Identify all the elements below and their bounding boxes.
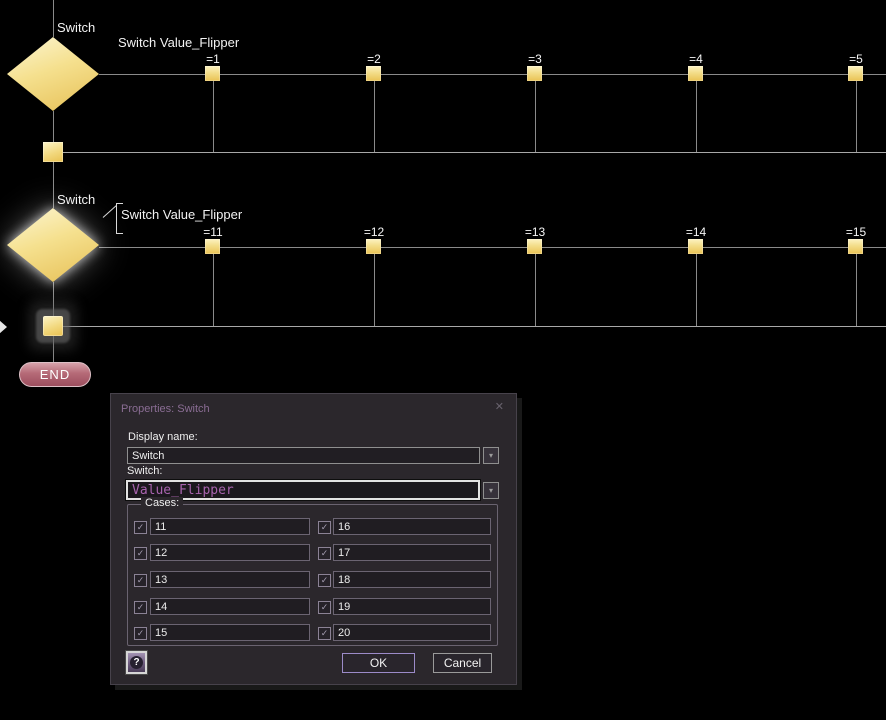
- display-name-input[interactable]: [127, 447, 480, 464]
- case-node[interactable]: [848, 66, 863, 81]
- connector-line: [856, 81, 857, 152]
- case-label: =14: [676, 225, 716, 239]
- cancel-button[interactable]: Cancel: [433, 653, 492, 673]
- label-bracket: [116, 203, 117, 234]
- switch-expression-label: Switch Value_Flipper: [118, 35, 239, 50]
- label-leader-line: [103, 205, 117, 218]
- cases-group-label: Cases:: [141, 497, 183, 509]
- display-name-label: Display name:: [128, 431, 198, 443]
- case-checkbox[interactable]: ✓: [318, 547, 331, 560]
- case-node[interactable]: [205, 66, 220, 81]
- connector-line: [53, 282, 54, 316]
- connector-line: [696, 254, 697, 326]
- connector-line: [63, 326, 886, 327]
- case-node[interactable]: [688, 239, 703, 254]
- dialog-title: Properties: Switch: [121, 403, 210, 415]
- display-name-dropdown-button[interactable]: ▾: [483, 447, 499, 464]
- connector-square-node[interactable]: [43, 142, 63, 162]
- connector-line: [535, 254, 536, 326]
- connector-line: [53, 336, 54, 362]
- case-checkbox[interactable]: ✓: [318, 601, 331, 614]
- case-checkbox[interactable]: ✓: [134, 521, 147, 534]
- case-label: =4: [676, 52, 716, 66]
- switch-diamond-node[interactable]: [7, 37, 99, 111]
- case-label: =1: [193, 52, 233, 66]
- switch-node-label: Switch: [57, 192, 95, 207]
- case-checkbox[interactable]: ✓: [134, 627, 147, 640]
- case-value-input[interactable]: [333, 624, 491, 641]
- switch-dropdown-button[interactable]: ▾: [483, 482, 499, 499]
- case-checkbox[interactable]: ✓: [134, 601, 147, 614]
- case-value-input[interactable]: [150, 518, 310, 535]
- label-bracket: [116, 203, 123, 204]
- case-label: =3: [515, 52, 555, 66]
- case-label: =2: [354, 52, 394, 66]
- help-icon: ?: [130, 656, 143, 669]
- case-node[interactable]: [366, 66, 381, 81]
- case-label: =15: [836, 225, 876, 239]
- connector-line: [53, 162, 54, 208]
- case-value-input[interactable]: [333, 518, 491, 535]
- case-checkbox[interactable]: ✓: [318, 574, 331, 587]
- case-checkbox[interactable]: ✓: [134, 547, 147, 560]
- connector-square-node-selected[interactable]: [43, 316, 63, 336]
- case-value-input[interactable]: [150, 571, 310, 588]
- execution-pointer-icon: [0, 320, 7, 334]
- properties-dialog: Properties: Switch ✕ Display name: ▾ Swi…: [110, 393, 517, 685]
- switch-label: Switch:: [127, 465, 162, 477]
- connector-line: [856, 254, 857, 326]
- case-label: =13: [515, 225, 555, 239]
- case-node[interactable]: [688, 66, 703, 81]
- case-node[interactable]: [848, 239, 863, 254]
- switch-expression-label: Switch Value_Flipper: [121, 207, 242, 222]
- ok-button[interactable]: OK: [342, 653, 415, 673]
- case-label: =11: [193, 225, 233, 239]
- connector-line: [374, 81, 375, 152]
- help-button[interactable]: ?: [126, 651, 147, 674]
- end-node[interactable]: END: [19, 362, 91, 387]
- case-value-input[interactable]: [150, 544, 310, 561]
- connector-line: [374, 254, 375, 326]
- switch-diamond-node-selected[interactable]: [7, 208, 99, 282]
- case-label: =12: [354, 225, 394, 239]
- case-value-input[interactable]: [150, 598, 310, 615]
- case-node[interactable]: [527, 239, 542, 254]
- case-value-input[interactable]: [333, 571, 491, 588]
- case-value-input[interactable]: [333, 544, 491, 561]
- case-node[interactable]: [366, 239, 381, 254]
- connector-line: [53, 0, 54, 37]
- switch-node-label: Switch: [57, 20, 95, 35]
- close-icon[interactable]: ✕: [495, 400, 504, 413]
- case-value-input[interactable]: [150, 624, 310, 641]
- case-node[interactable]: [205, 239, 220, 254]
- connector-line: [696, 81, 697, 152]
- connector-line: [213, 81, 214, 152]
- case-value-input[interactable]: [333, 598, 491, 615]
- case-checkbox[interactable]: ✓: [318, 627, 331, 640]
- case-checkbox[interactable]: ✓: [134, 574, 147, 587]
- case-node[interactable]: [527, 66, 542, 81]
- connector-line: [53, 111, 54, 142]
- case-checkbox[interactable]: ✓: [318, 521, 331, 534]
- connector-line: [63, 152, 886, 153]
- connector-line: [535, 81, 536, 152]
- connector-line: [213, 254, 214, 326]
- case-label: =5: [836, 52, 876, 66]
- label-bracket: [116, 233, 123, 234]
